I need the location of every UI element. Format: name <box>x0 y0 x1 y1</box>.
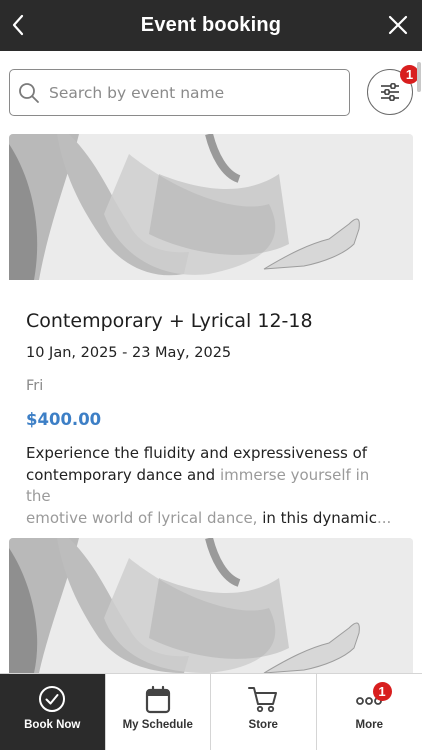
tab-label: More <box>355 719 383 731</box>
event-price: $400.00 <box>26 410 102 429</box>
event-dates: 10 Jan, 2025 - 23 May, 2025 <box>26 345 232 361</box>
close-icon[interactable] <box>388 15 408 35</box>
filter-sliders-icon <box>381 83 399 101</box>
calendar-icon <box>145 685 170 714</box>
check-circle-icon <box>39 686 66 712</box>
search-input[interactable] <box>49 83 339 102</box>
event-card[interactable] <box>9 134 413 280</box>
tab-my-schedule[interactable]: My Schedule <box>106 674 211 750</box>
event-image <box>9 538 413 673</box>
bottom-tab-bar: Book Now My Schedule Store 1 More <box>0 673 422 750</box>
event-image <box>9 134 413 280</box>
event-day: Fri <box>26 378 44 394</box>
description-ellipsis: ... <box>376 508 392 527</box>
dancer-photo <box>9 538 413 673</box>
description-line-3-fade: emotive world of lyrical dance, <box>26 508 263 527</box>
dancer-photo <box>9 134 413 280</box>
description-line-3-end: in this dynamic <box>262 508 377 527</box>
event-title[interactable]: Contemporary + Lyrical 12-18 <box>26 310 313 332</box>
scrollbar[interactable] <box>417 62 421 92</box>
filter-button[interactable]: 1 <box>367 65 419 115</box>
tab-more[interactable]: 1 More <box>317 674 422 750</box>
tab-store[interactable]: Store <box>211 674 317 750</box>
more-notification-badge: 1 <box>372 682 392 701</box>
page-title: Event booking <box>140 14 282 36</box>
search-box[interactable] <box>9 69 350 116</box>
event-card[interactable] <box>9 538 413 673</box>
back-chevron-icon[interactable] <box>10 12 26 38</box>
search-row: 1 <box>9 65 419 118</box>
search-icon <box>19 82 39 103</box>
tab-book-now[interactable]: Book Now <box>0 674 106 750</box>
tab-label: Store <box>248 719 278 731</box>
header-bar: Event booking <box>0 0 422 51</box>
cart-icon <box>248 687 278 713</box>
tab-label: My Schedule <box>122 719 193 731</box>
event-description: Experience the fluidity and expressivene… <box>26 443 398 529</box>
description-line-2-start: contemporary dance and <box>26 465 220 484</box>
tab-label: Book Now <box>24 719 81 731</box>
description-line-1: Experience the fluidity and expressivene… <box>26 444 368 462</box>
